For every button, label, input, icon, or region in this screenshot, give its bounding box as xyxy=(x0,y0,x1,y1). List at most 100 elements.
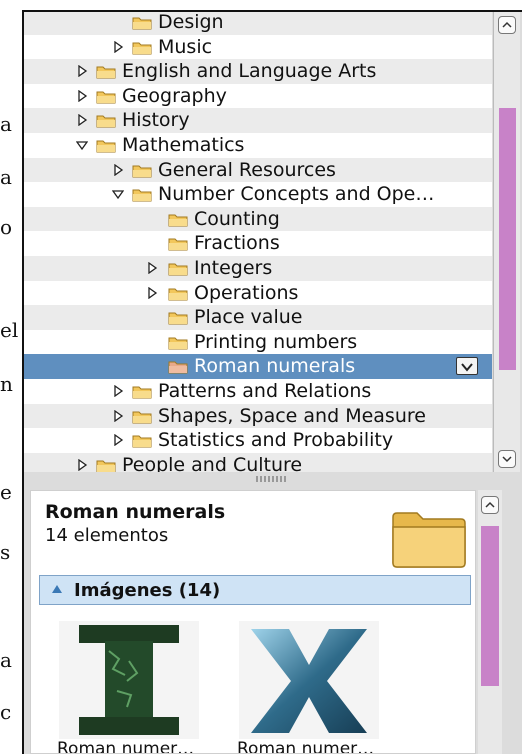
row-dropdown-button[interactable] xyxy=(456,357,478,376)
splitter-grip[interactable] xyxy=(256,476,286,482)
tree-row-label: Roman numerals xyxy=(194,355,356,378)
tree-row-label: Number Concepts and Ope… xyxy=(158,183,435,206)
tree-row[interactable]: Integers xyxy=(24,256,492,281)
background-text-fragment: c xyxy=(0,700,12,724)
tree-row[interactable]: History xyxy=(24,108,492,133)
folder-icon xyxy=(168,238,188,251)
details-item-count: 14 elementos xyxy=(45,525,169,546)
folder-icon xyxy=(168,361,188,374)
background-text-fragment: s xyxy=(0,540,11,564)
details-scrollbar[interactable] xyxy=(478,490,502,754)
tree-row-label: Design xyxy=(158,12,224,33)
scroll-up-button[interactable] xyxy=(498,16,516,34)
tree-row-label: Mathematics xyxy=(122,134,245,156)
details-title: Roman numerals xyxy=(45,501,226,523)
tree-row[interactable]: General Resources xyxy=(24,157,492,183)
folder-icon xyxy=(132,386,152,399)
triangle-right-icon[interactable] xyxy=(76,458,88,471)
folder-icon xyxy=(168,214,188,227)
folder-icon xyxy=(132,42,152,55)
roman-numeral-i-image xyxy=(79,625,179,735)
tree-row[interactable]: Mathematics xyxy=(24,133,492,158)
chevron-up-icon xyxy=(485,501,495,508)
folder-icon xyxy=(132,17,152,30)
tree-row-label: Printing numbers xyxy=(194,330,358,353)
tree-row[interactable]: Patterns and Relations xyxy=(24,379,492,404)
tree-scroll-thumb[interactable] xyxy=(499,108,516,370)
scroll-down-button[interactable] xyxy=(498,450,516,468)
folder-icon xyxy=(96,66,116,79)
triangle-right-icon[interactable] xyxy=(146,262,158,274)
folder-icon xyxy=(168,288,188,301)
folder-icon xyxy=(168,337,188,350)
background-text-fragment: o xyxy=(0,215,13,239)
background-document: a a o el n e s a c xyxy=(0,0,24,754)
background-text-fragment: e xyxy=(0,480,12,504)
details-scroll-thumb[interactable] xyxy=(481,526,499,686)
triangle-right-icon[interactable] xyxy=(76,114,88,127)
triangle-down-icon[interactable] xyxy=(112,188,124,200)
background-text-fragment: el xyxy=(0,318,19,342)
thumbnail-caption: Roman numer… xyxy=(237,739,375,754)
tree-row[interactable]: Printing numbers xyxy=(24,330,492,355)
tree-row[interactable]: Counting xyxy=(24,206,492,232)
tree-scrollbar[interactable] xyxy=(493,12,520,472)
tree-row[interactable]: Statistics and Probability xyxy=(24,428,492,453)
triangle-right-icon[interactable] xyxy=(76,89,88,102)
tree-row[interactable]: Shapes, Space and Measure xyxy=(24,403,492,429)
folder-icon xyxy=(96,460,116,472)
folder-icon xyxy=(392,512,466,568)
tree-row-label: Patterns and Relations xyxy=(158,380,372,402)
folder-icon xyxy=(132,189,152,202)
tree-row[interactable]: Music xyxy=(24,35,492,60)
triangle-right-icon[interactable] xyxy=(76,65,88,78)
tree-row-label: Music xyxy=(158,35,213,58)
collapse-triangle-icon[interactable] xyxy=(52,585,62,593)
category-tree[interactable]: Design Music English and Language Arts Geog… xyxy=(24,12,492,472)
tree-row-label: Statistics and Probability xyxy=(158,429,394,452)
triangle-right-icon[interactable] xyxy=(146,286,158,299)
chevron-down-icon xyxy=(461,363,473,372)
folder-icon xyxy=(96,115,116,128)
tree-row-label: Geography xyxy=(122,84,227,107)
triangle-right-icon[interactable] xyxy=(112,385,124,397)
scroll-up-button[interactable] xyxy=(481,496,499,514)
background-text-fragment: a xyxy=(0,648,12,672)
triangle-right-icon[interactable] xyxy=(112,163,124,176)
tree-row-label: English and Language Arts xyxy=(122,60,377,83)
tree-row-label: General Resources xyxy=(158,158,336,181)
tree-row[interactable]: Design xyxy=(24,12,492,35)
folder-icon xyxy=(132,411,152,424)
tree-row[interactable]: Place value xyxy=(24,305,492,330)
triangle-right-icon[interactable] xyxy=(112,40,124,53)
tree-row[interactable]: Number Concepts and Ope… xyxy=(24,182,492,207)
tree-row[interactable]: Fractions xyxy=(24,231,492,256)
image-thumbnail[interactable] xyxy=(59,621,199,739)
tree-row[interactable]: English and Language Arts xyxy=(24,59,492,84)
folder-icon xyxy=(96,140,116,153)
roman-numeral-x-image xyxy=(251,629,367,733)
folder-icon xyxy=(168,263,188,276)
tree-row-label: Fractions xyxy=(194,232,280,255)
thumbnail-caption: Roman numer… xyxy=(57,739,195,754)
details-pane: Roman numerals 14 elementos Imágenes (14… xyxy=(30,490,476,754)
tree-row-label: History xyxy=(122,109,190,132)
tree-row-label: Integers xyxy=(194,257,273,279)
images-section-header[interactable]: Imágenes (14) xyxy=(39,575,471,605)
triangle-right-icon[interactable] xyxy=(112,434,124,447)
pane-splitter[interactable] xyxy=(24,472,520,486)
section-label: Imágenes (14) xyxy=(74,580,221,601)
tree-row[interactable]: Operations xyxy=(24,281,492,306)
tree-row[interactable]: People and Culture xyxy=(24,452,492,472)
image-thumbnail[interactable] xyxy=(239,621,379,739)
tree-row-label: Shapes, Space and Measure xyxy=(158,404,426,427)
triangle-right-icon[interactable] xyxy=(112,409,124,422)
tree-row-selected[interactable]: Roman numerals xyxy=(24,354,492,379)
tree-row[interactable]: Geography xyxy=(24,84,492,109)
triangle-down-icon[interactable] xyxy=(76,139,88,151)
folder-icon xyxy=(132,435,152,448)
chevron-down-icon xyxy=(502,456,512,463)
folder-icon xyxy=(132,165,152,178)
background-text-fragment: a xyxy=(0,165,12,189)
folder-icon xyxy=(96,91,116,104)
